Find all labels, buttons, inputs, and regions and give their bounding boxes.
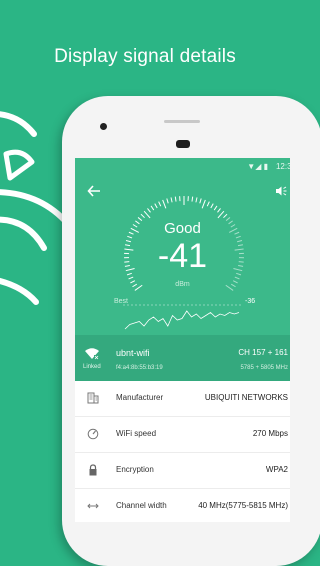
signal-history-line xyxy=(125,311,239,329)
gauge-tick xyxy=(163,200,166,208)
earpiece-speaker xyxy=(164,120,200,123)
gauge-tick xyxy=(218,211,224,218)
link-status: Linked xyxy=(83,364,101,370)
wifi-speed-value: 270 Mbps xyxy=(253,429,288,438)
building-icon xyxy=(86,392,100,406)
gauge-tick xyxy=(223,214,227,217)
gauge-tick xyxy=(235,277,240,279)
gauge-tick xyxy=(155,204,157,208)
gauge-tick xyxy=(175,197,176,202)
arrow-left-icon xyxy=(87,184,101,198)
channel-width-label: Channel width xyxy=(116,501,167,510)
status-bar: ▼◢ ▮ 12:30 xyxy=(75,158,290,172)
manufacturer-label: Manufacturer xyxy=(116,393,163,402)
best-value: -36 xyxy=(245,298,255,305)
detail-row-encryption: Encryption WPA2 xyxy=(75,453,290,489)
gauge-tick xyxy=(171,197,172,202)
status-time: 12:30 xyxy=(276,162,290,171)
network-mac: f4:a4:8b:55:b3:19 xyxy=(116,365,163,371)
network-channel: CH 157 + 161 xyxy=(238,348,288,357)
gauge-tick xyxy=(159,202,161,207)
channel-width-value: 40 MHz(5775-5815 MHz) xyxy=(198,501,288,510)
signal-unit: dBm xyxy=(75,281,290,288)
gauge-tick xyxy=(214,206,217,210)
gauge-tick xyxy=(151,206,154,210)
signal-header: ▼◢ ▮ 12:30 Good -41 dBm Best -36 xyxy=(75,158,290,335)
gauge-tick xyxy=(141,214,145,217)
manufacturer-value: UBIQUITI NETWORKS xyxy=(205,393,288,402)
width-arrows-icon xyxy=(86,500,100,514)
wifi-speed-label: WiFi speed xyxy=(116,429,156,438)
status-icons: ▼◢ ▮ xyxy=(247,162,268,171)
wifi-linked-icon xyxy=(84,347,100,360)
gauge-tick xyxy=(144,211,150,218)
gauge-tick xyxy=(167,199,168,204)
encryption-label: Encryption xyxy=(116,465,154,474)
detail-row-channel-width: Channel width 40 MHz(5775-5815 MHz) xyxy=(75,489,290,522)
signal-history-graph xyxy=(111,302,246,334)
detail-list: Manufacturer UBIQUITI NETWORKS WiFi spee… xyxy=(75,381,290,522)
gauge-tick xyxy=(192,197,193,202)
network-frequency: 5785 + 5805 MHz xyxy=(240,365,288,371)
gauge-tick xyxy=(202,200,205,208)
app-screen: ▼◢ ▮ 12:30 Good -41 dBm Best -36 xyxy=(75,158,290,522)
speaker-icon xyxy=(275,185,287,197)
detail-row-manufacturer: Manufacturer UBIQUITI NETWORKS xyxy=(75,381,290,417)
gauge-tick xyxy=(207,202,209,207)
proximity-sensor xyxy=(176,140,190,148)
front-camera xyxy=(100,123,107,130)
back-button[interactable] xyxy=(87,184,103,200)
gauge-tick xyxy=(196,197,197,202)
signal-quality: Good xyxy=(75,220,290,237)
lock-icon xyxy=(86,464,100,478)
detail-row-wifi-speed: WiFi speed 270 Mbps xyxy=(75,417,290,453)
gauge-tick xyxy=(200,199,201,204)
promo-title: Display signal details xyxy=(0,46,290,68)
gauge-tick xyxy=(147,208,150,212)
gauge-tick xyxy=(211,204,213,208)
gauge-tick xyxy=(217,208,220,212)
encryption-value: WPA2 xyxy=(266,465,288,474)
network-ssid: ubnt-wifi xyxy=(116,348,150,358)
sound-button[interactable] xyxy=(274,185,288,199)
signal-value: -41 xyxy=(75,236,290,276)
speedometer-icon xyxy=(86,428,100,442)
network-row[interactable]: Linked ubnt-wifi f4:a4:8b:55:b3:19 CH 15… xyxy=(75,335,290,381)
gauge-tick xyxy=(129,277,134,279)
